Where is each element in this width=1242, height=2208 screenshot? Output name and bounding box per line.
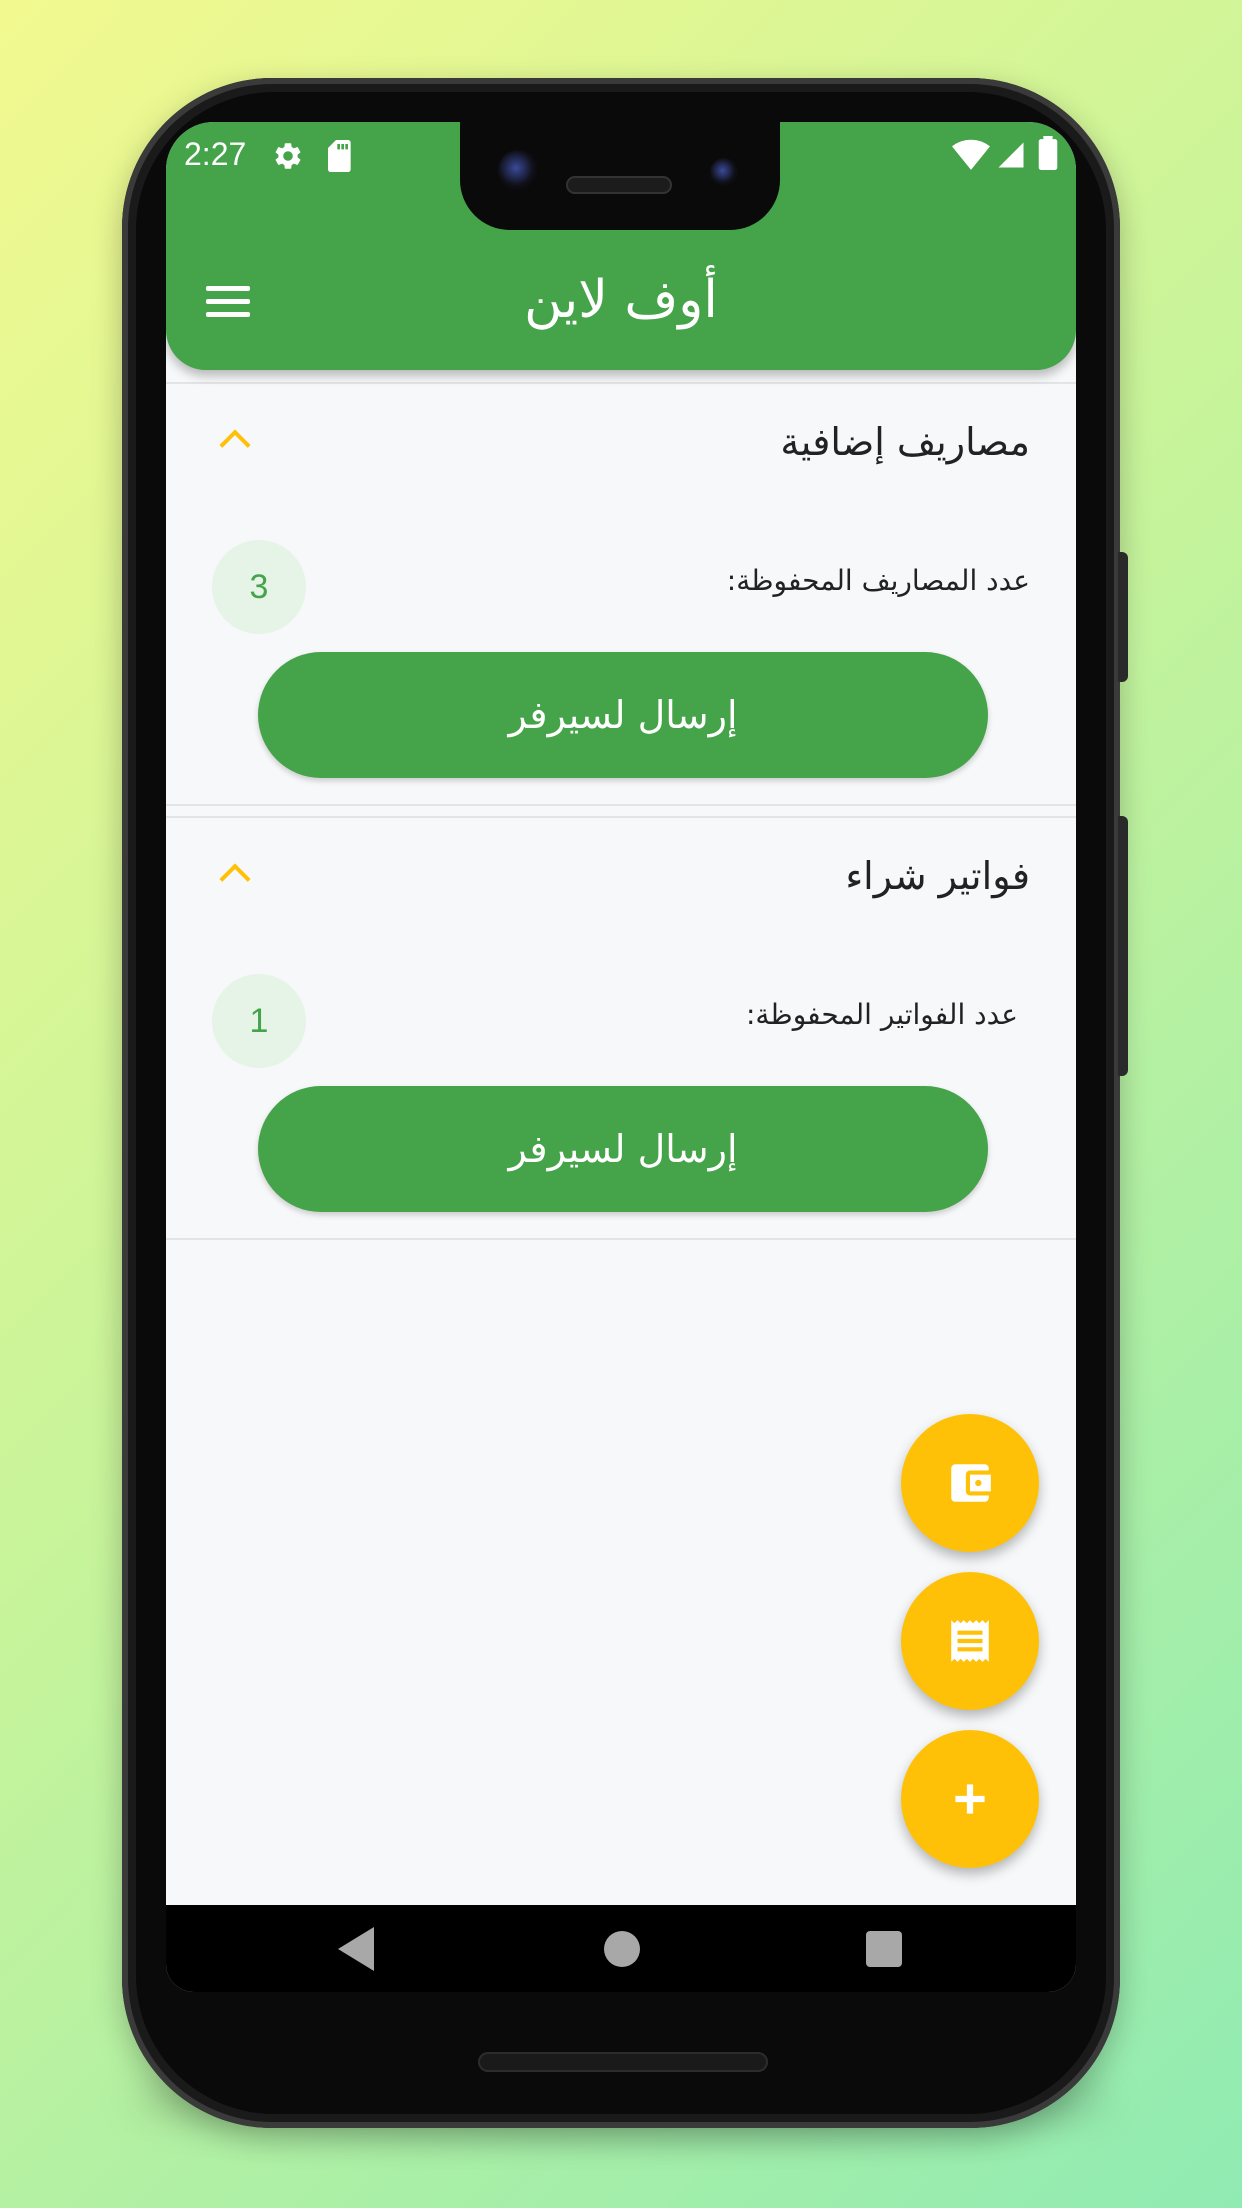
camera-notch xyxy=(460,122,780,230)
status-time: 2:27 xyxy=(184,136,247,172)
saved-count-badge: 1 xyxy=(212,974,306,1068)
saved-count-label: عدد الفواتير المحفوظة: xyxy=(745,998,1018,1031)
add-fab[interactable] xyxy=(901,1730,1039,1868)
sd-card-icon xyxy=(326,140,354,176)
chevron-up-icon[interactable] xyxy=(219,429,251,461)
home-indicator xyxy=(478,2052,768,2072)
page-title: أوف لاين xyxy=(524,270,718,330)
wallet-fab[interactable] xyxy=(901,1414,1039,1552)
home-icon[interactable] xyxy=(602,1927,642,1975)
wifi-icon xyxy=(952,138,990,174)
battery-icon xyxy=(1038,136,1058,174)
section-title: مصاريف إضافية xyxy=(780,420,1030,464)
chevron-up-icon[interactable] xyxy=(219,863,251,895)
saved-count-label: عدد المصاريف المحفوظة: xyxy=(726,564,1030,597)
send-to-server-button[interactable]: إرسال لسيرفر xyxy=(258,1086,988,1212)
saved-count-badge: 3 xyxy=(212,540,306,634)
sensor xyxy=(710,158,738,186)
send-to-server-button[interactable]: إرسال لسيرفر xyxy=(258,652,988,778)
gear-icon xyxy=(272,140,304,176)
section-purchase-invoices: فواتير شراء عدد الفواتير المحفوظة: 1 إرس… xyxy=(166,816,1076,1240)
receipt-fab[interactable] xyxy=(901,1572,1039,1710)
back-icon[interactable] xyxy=(338,1927,378,1975)
signal-icon xyxy=(996,140,1026,174)
receipt-icon xyxy=(951,1620,989,1662)
front-camera xyxy=(498,150,538,190)
power-button xyxy=(1118,552,1128,682)
wallet-icon xyxy=(951,1464,991,1502)
screen: 2:27 أوف لاين مصاريف إضافية عدد المصاريف… xyxy=(166,122,1076,1992)
section-extra-expenses: مصاريف إضافية عدد المصاريف المحفوظة: 3 إ… xyxy=(166,382,1076,806)
earpiece-speaker xyxy=(566,176,672,194)
section-title: فواتير شراء xyxy=(845,854,1030,898)
plus-icon xyxy=(955,1784,985,1814)
system-nav-bar xyxy=(166,1905,1076,1992)
volume-button xyxy=(1118,816,1128,1076)
recents-icon[interactable] xyxy=(864,1927,904,1975)
